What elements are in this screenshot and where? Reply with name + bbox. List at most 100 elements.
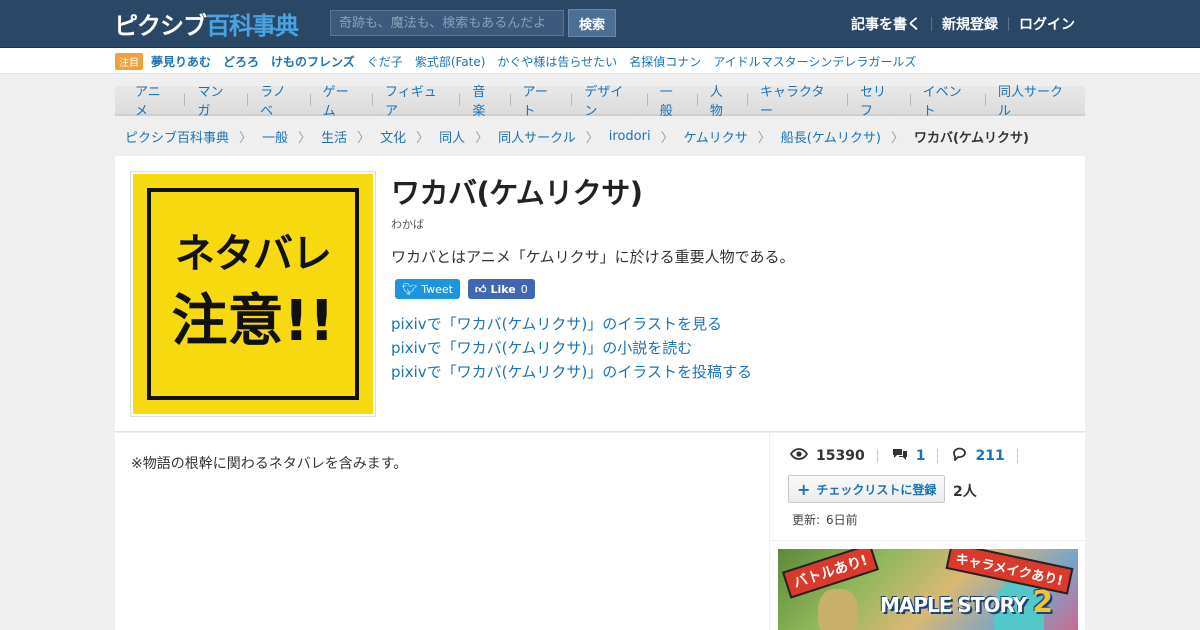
comments-icon xyxy=(892,447,908,465)
trending-link[interactable]: けものフレンズ xyxy=(271,53,355,70)
comment-count[interactable]: 1 xyxy=(892,447,938,465)
trending-link[interactable]: 名探偵コナン xyxy=(629,53,701,70)
divider xyxy=(937,449,939,463)
category-nav-item[interactable]: フィギュア xyxy=(373,81,459,119)
view-count: 15390 xyxy=(789,448,877,464)
breadcrumb-link[interactable]: 生活 xyxy=(321,127,347,146)
breadcrumb-link[interactable]: ケムリクサ xyxy=(684,127,748,146)
divider xyxy=(876,449,878,463)
breadcrumb-link[interactable]: 一般 xyxy=(262,127,288,146)
thumbnail-text-warning: 注意!! xyxy=(171,288,335,354)
breadcrumb-link[interactable]: 同人 xyxy=(439,127,465,146)
category-nav: アニメ マンガ ラノベ ゲーム フィギュア 音楽 アート デザイン 一般 人物 キャラクター セリフイ… xyxy=(115,85,1085,119)
article-body: ※物語の根幹に関わるネタバレを含みます。 xyxy=(115,433,769,630)
trending-link[interactable]: ぐだ子 xyxy=(367,53,403,70)
twitter-bird-icon: 🐦︎ xyxy=(402,282,418,296)
tweet-label: Tweet xyxy=(421,282,453,296)
thumbs-up-icon: 👍︎ xyxy=(474,282,487,296)
chevron-right-icon: 〉 xyxy=(660,130,674,146)
add-to-checklist-button[interactable]: + チェックリストに登録 xyxy=(788,475,946,503)
trending-link[interactable]: アイドルマスターシンデレラガールズ xyxy=(713,53,916,70)
thumbnail-image: ネタバレ 注意!! xyxy=(133,174,373,414)
write-article-link[interactable]: 記事を書く xyxy=(841,14,931,34)
site-header: ピクシブ百科事典 検索 記事を書く 新規登録 ログイン xyxy=(0,0,1200,48)
logo-text-pixiv: ピクシブ xyxy=(114,11,207,40)
trending-link[interactable]: どろろ xyxy=(223,53,259,70)
category-nav-item[interactable]: 同人サークル xyxy=(986,81,1085,119)
eye-icon xyxy=(789,448,809,464)
checklist-button-label: チェックリストに登録 xyxy=(816,482,937,497)
chevron-right-icon: 〉 xyxy=(475,130,489,146)
search-input[interactable] xyxy=(330,10,564,36)
checklist-count: 2人 xyxy=(953,484,977,500)
trending-bar: 注目 夢見りあむ どろろ けものフレンズ ぐだ子 紫式部(Fate) かぐや様は告らせたい… xyxy=(0,48,1200,74)
like-count: 0 xyxy=(520,282,528,296)
pixiv-links: pixivで「ワカバ(ケムリクサ)」のイラストを見る pixivで「ワカバ(ケム… xyxy=(391,312,752,384)
updated-value: 6日前 xyxy=(826,513,858,527)
trending-link[interactable]: 紫式部(Fate) xyxy=(415,53,486,70)
category-nav-item[interactable]: セリフ xyxy=(848,81,910,119)
article-summary: ワカバとはアニメ「ケムリクサ」に於ける重要人物である。 xyxy=(391,248,795,266)
tweet-button[interactable]: 🐦︎ Tweet xyxy=(395,279,460,299)
category-nav-item[interactable]: ラノベ xyxy=(248,81,309,119)
trending-link[interactable]: かぐや様は告らせたい xyxy=(497,53,617,70)
category-nav-item[interactable]: マンガ xyxy=(185,81,247,119)
signup-link[interactable]: 新規登録 xyxy=(932,14,1008,34)
page-title: ワカバ(ケムリクサ) xyxy=(391,176,643,210)
divider xyxy=(1016,449,1018,463)
comment-count-value: 1 xyxy=(915,448,926,464)
facebook-like-button[interactable]: 👍︎ Like 0 xyxy=(467,279,535,299)
ad-game-logo: MAPLE STORY 2 xyxy=(880,585,1053,620)
like-label: Like xyxy=(490,282,516,296)
breadcrumb-current: ワカバ(ケムリクサ) xyxy=(913,130,1029,146)
thumbnail-text-spoiler: ネタバレ xyxy=(175,230,332,277)
category-nav-item[interactable]: 音楽 xyxy=(460,81,509,119)
chevron-right-icon: 〉 xyxy=(357,130,371,146)
chevron-right-icon: 〉 xyxy=(585,130,599,146)
site-logo[interactable]: ピクシブ 百科事典 xyxy=(114,8,299,40)
thumbnail-frame: ネタバレ 注意!! xyxy=(147,188,359,400)
article-thumbnail[interactable]: ネタバレ 注意!! xyxy=(130,171,376,417)
view-count-value: 15390 xyxy=(816,448,865,464)
category-nav-item[interactable]: 一般 xyxy=(648,81,697,119)
breadcrumb-link[interactable]: 船長(ケムリクサ) xyxy=(781,127,881,146)
logo-text-encyclopedia: 百科事典 xyxy=(206,11,299,40)
category-nav-item[interactable]: キャラクター xyxy=(748,81,847,119)
chevron-right-icon: 〉 xyxy=(890,130,904,146)
ad-character-image xyxy=(818,589,858,630)
article-header: ネタバレ 注意!! ワカバ(ケムリクサ) わかば ワカバとはアニメ「ケムリクサ」… xyxy=(115,156,1085,432)
chevron-right-icon: 〉 xyxy=(239,130,253,146)
category-nav-item[interactable]: 人物 xyxy=(698,81,747,119)
search-button[interactable]: 検索 xyxy=(568,9,616,37)
chevron-right-icon: 〉 xyxy=(757,130,771,146)
ad-banner[interactable]: バトルあり! キャラメイクあり! MAPLE STORY 2 xyxy=(778,549,1078,630)
category-nav-item[interactable]: ゲーム xyxy=(311,81,372,119)
trending-link[interactable]: 夢見りあむ xyxy=(151,53,211,70)
header-nav: 記事を書く 新規登録 ログイン xyxy=(841,0,1085,48)
advertisement: バトルあり! キャラメイクあり! MAPLE STORY 2 xyxy=(770,541,1085,630)
breadcrumb-link[interactable]: 同人サークル xyxy=(498,127,576,146)
updated-label: 更新: xyxy=(792,513,821,527)
last-updated: 更新: 6日前 xyxy=(792,511,858,528)
chevron-right-icon: 〉 xyxy=(298,130,312,146)
edit-count[interactable]: 211 xyxy=(952,447,1016,465)
stats-row: 15390 1 211 xyxy=(789,447,1032,465)
spoiler-notice: ※物語の根幹に関わるネタバレを含みます。 xyxy=(131,456,408,472)
post-illustration-link[interactable]: pixivで「ワカバ(ケムリクサ)」のイラストを投稿する xyxy=(391,360,752,384)
view-illustrations-link[interactable]: pixivで「ワカバ(ケムリクサ)」のイラストを見る xyxy=(391,312,752,336)
ad-logo-number: 2 xyxy=(1032,585,1053,620)
category-nav-item[interactable]: イベント xyxy=(911,81,985,119)
ad-logo-text: MAPLE STORY xyxy=(880,593,1027,617)
plus-icon: + xyxy=(797,479,811,499)
breadcrumb: ピクシブ百科事典〉一般〉生活〉文化〉同人〉同人サークル〉 irodori 〉ケムリク… xyxy=(125,127,1029,146)
category-nav-item[interactable]: アニメ xyxy=(123,81,184,119)
breadcrumb-link[interactable]: 文化 xyxy=(380,127,406,146)
read-novels-link[interactable]: pixivで「ワカバ(ケムリクサ)」の小説を読む xyxy=(391,336,752,360)
breadcrumb-link[interactable]: ピクシブ百科事典 xyxy=(125,127,229,146)
breadcrumb-link[interactable]: irodori xyxy=(609,129,651,144)
login-link[interactable]: ログイン xyxy=(1009,14,1085,34)
category-nav-item[interactable]: デザイン xyxy=(572,81,646,119)
category-nav-item[interactable]: アート xyxy=(510,81,571,119)
edit-count-value: 211 xyxy=(975,448,1005,464)
chevron-right-icon: 〉 xyxy=(416,130,430,146)
